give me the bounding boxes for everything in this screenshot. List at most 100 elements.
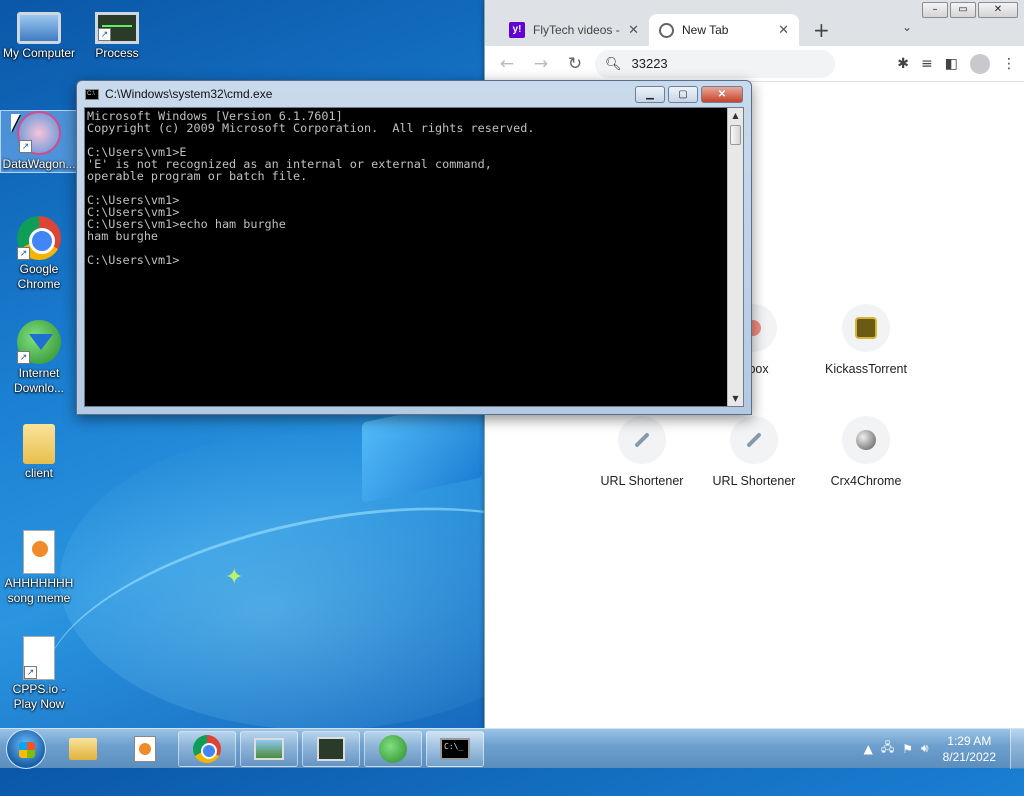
search-icon: 🔍︎ [605, 55, 622, 71]
folder-icon [23, 424, 55, 464]
desktop-icon-cpps-io[interactable]: ↗ CPPS.io - Play Now [0, 636, 78, 712]
address-bar-text: 33223 [631, 56, 668, 71]
system-tray: ▲ 🖧︎ ⚑ 🔊︎ 1:29 AM 8/21/2022 [864, 733, 1024, 765]
taskbar-file-explorer[interactable] [54, 731, 112, 767]
media-file-icon [23, 530, 55, 574]
cmd-app-icon: C:\ [85, 88, 99, 100]
tab-label: FlyTech videos - [533, 23, 620, 37]
tab-label: New Tab [682, 23, 729, 37]
shortcut-label: KickassTorrent [825, 362, 907, 376]
taskbar-command-prompt[interactable]: C:\_ [426, 730, 484, 767]
blank-file-icon: ↗ [23, 636, 55, 680]
tab-flytech-videos[interactable]: y! FlyTech videos - ✕ [499, 14, 649, 46]
shortcut-label: URL Shortener [600, 474, 684, 488]
forward-button[interactable]: → [527, 54, 555, 74]
desktop-icon-process[interactable]: ↗ Process [78, 8, 156, 61]
desktop-icon-internet-download-manager[interactable]: ↗ Internet Downlo... [0, 320, 78, 396]
show-hidden-icons-chevron-icon[interactable]: ▲ [864, 742, 873, 756]
cmd-title-bar[interactable]: C:\ C:\Windows\system32\cmd.exe ▁ ▢ ✕ [77, 81, 751, 107]
shortcut-arrow-icon: ↗ [17, 247, 30, 260]
action-center-flag-icon[interactable]: ⚑ [902, 742, 913, 756]
clock[interactable]: 1:29 AM 8/21/2022 [943, 733, 996, 765]
taskbar-media-player[interactable] [116, 731, 174, 767]
desktop-icon-label: My Computer [2, 46, 76, 60]
desktop-icon-ahhhhhhh-song-meme[interactable]: AHHHHHHH song meme [0, 530, 78, 606]
process-monitor-icon: ↗ [95, 12, 139, 44]
network-icon[interactable]: 🖧︎ [881, 738, 894, 759]
shortcut-tile-url-shortener-1[interactable]: URL Shortener [586, 416, 698, 488]
show-desktop-button[interactable] [1010, 729, 1024, 769]
shortcut-arrow-icon: ↗ [19, 140, 32, 153]
media-player-icon [134, 735, 156, 762]
shortcut-favicon [842, 416, 890, 464]
internet-download-manager-icon [379, 734, 407, 763]
toolbar-actions: ✱ ≡ ◧ ⋮ [897, 53, 1016, 74]
shortcut-arrow-icon: ↗ [24, 666, 37, 679]
pen-icon [634, 432, 650, 448]
tab-new-tab[interactable]: New Tab ✕ [649, 14, 799, 46]
chrome-icon [193, 734, 221, 763]
desktop-icon-client[interactable]: client [0, 424, 78, 481]
clock-date: 8/21/2022 [942, 749, 996, 764]
taskbar-process-monitor[interactable] [302, 730, 360, 767]
cmd-scrollbar[interactable]: ▲ ▼ [727, 108, 743, 406]
scroll-up-arrow-icon[interactable]: ▲ [728, 108, 743, 123]
close-window-button[interactable]: ✕ [978, 2, 1018, 18]
globe-icon [659, 22, 674, 38]
folder-icon [69, 737, 97, 760]
back-button[interactable]: ← [493, 54, 521, 74]
minimize-button[interactable]: – [922, 2, 948, 18]
start-button[interactable] [6, 728, 46, 769]
close-tab-icon[interactable]: ✕ [778, 22, 789, 38]
shortcut-tile-kickasstorrent[interactable]: KickassTorrent [810, 304, 922, 376]
close-tab-icon[interactable]: ✕ [628, 22, 639, 38]
desktop-icon-my-computer[interactable]: My Computer [0, 8, 78, 61]
mouse-cursor-icon [11, 114, 20, 132]
shortcut-favicon [842, 304, 890, 352]
minimize-button[interactable]: ▁ [635, 85, 665, 103]
shortcut-tile-url-shortener-2[interactable]: URL Shortener [698, 416, 810, 488]
clock-time: 1:29 AM [947, 733, 992, 748]
menu-kebab-icon[interactable]: ⋮ [1002, 56, 1016, 72]
maximize-button[interactable]: ▢ [668, 85, 698, 103]
shortcut-label: URL Shortener [712, 474, 796, 488]
shortcut-favicon [618, 416, 666, 464]
cmd-window-controls: ▁ ▢ ✕ [635, 85, 743, 103]
desktop-icon-google-chrome[interactable]: ↗ Google Chrome [0, 216, 78, 292]
reload-button[interactable]: ↻ [561, 54, 589, 74]
cmd-output: Microsoft Windows [Version 6.1.7601] Cop… [87, 109, 535, 267]
volume-icon[interactable]: 🔊︎ [921, 741, 929, 756]
desktop-icon-label: Internet Downlo... [13, 366, 65, 395]
new-tab-button[interactable]: + [799, 18, 844, 42]
desktop-icon-label: DataWagon... [2, 157, 76, 171]
desktop-icon-label: CPPS.io - Play Now [12, 682, 66, 711]
shortcut-arrow-icon: ↗ [98, 28, 111, 41]
chrome-icon: ↗ [17, 216, 61, 260]
cmd-console[interactable]: Microsoft Windows [Version 6.1.7601] Cop… [84, 107, 744, 407]
taskbar-photo-viewer[interactable] [240, 730, 298, 767]
maximize-button[interactable]: ▭ [950, 2, 976, 18]
yahoo-icon: y! [509, 22, 525, 38]
taskbar: C:\_ ▲ 🖧︎ ⚑ 🔊︎ 1:29 AM 8/21/2022 [0, 728, 1024, 769]
shortcut-tile-crx4chrome[interactable]: Crx4Chrome [810, 416, 922, 488]
chrome-tab-strip: – ▭ ✕ y! FlyTech videos - ✕ New Tab ✕ + … [485, 0, 1024, 46]
desktop-icon-label: Google Chrome [17, 262, 61, 291]
side-panel-icon[interactable]: ◧ [945, 56, 958, 72]
chrome-window-controls: – ▭ ✕ [922, 2, 1018, 18]
atom-icon: ↗ [17, 111, 61, 155]
kickasstorrent-logo-icon [855, 317, 877, 339]
scroll-down-arrow-icon[interactable]: ▼ [728, 391, 743, 406]
profile-avatar-icon[interactable] [970, 53, 990, 74]
taskbar-google-chrome[interactable] [178, 730, 236, 767]
internet-download-manager-icon: ↗ [17, 320, 61, 364]
taskbar-internet-download-manager[interactable] [364, 730, 422, 767]
photo-viewer-icon [254, 737, 284, 760]
media-controls-icon[interactable]: ≡ [921, 56, 933, 72]
extensions-puzzle-icon[interactable]: ✱ [897, 56, 909, 72]
address-bar[interactable]: 🔍︎ 33223 [595, 49, 835, 78]
cmd-window: C:\ C:\Windows\system32\cmd.exe ▁ ▢ ✕ Mi… [76, 80, 752, 415]
close-window-button[interactable]: ✕ [701, 85, 743, 103]
pen-icon [746, 432, 762, 448]
tab-search-chevron-icon[interactable]: ⌄ [902, 20, 912, 34]
scroll-thumb[interactable] [730, 125, 741, 145]
